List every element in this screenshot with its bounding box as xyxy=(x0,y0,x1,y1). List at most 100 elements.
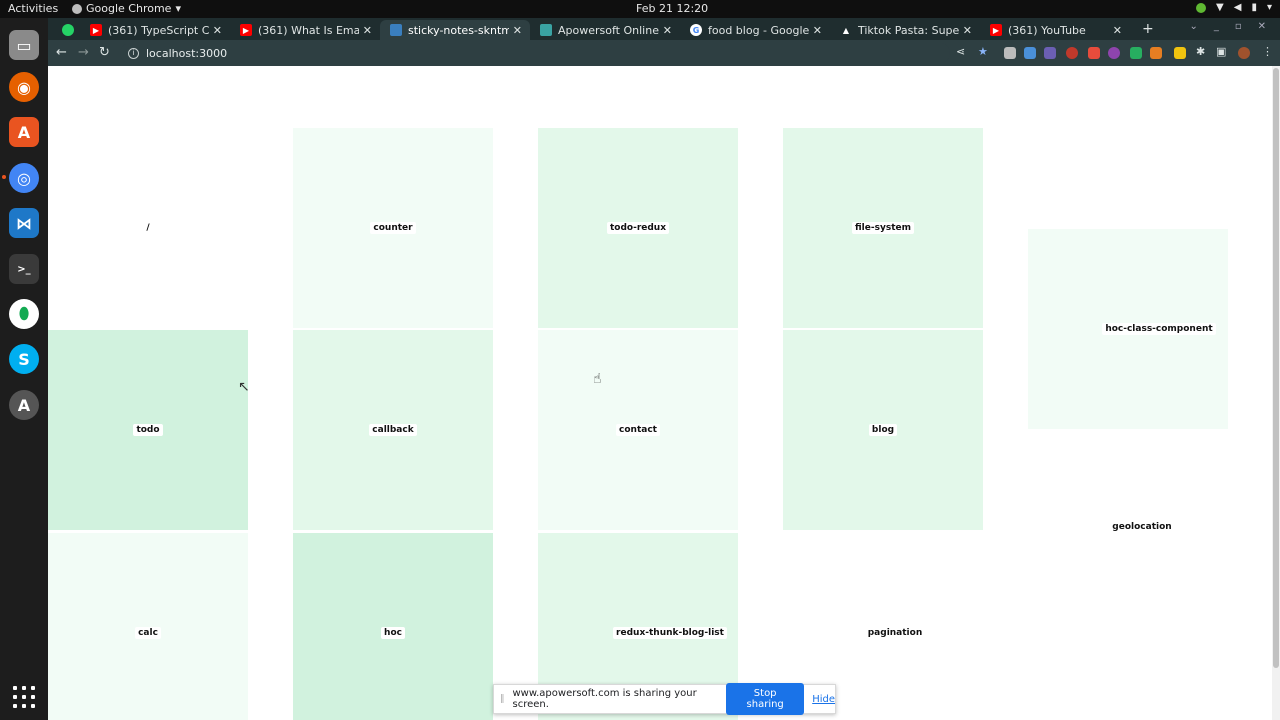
note-label: hoc xyxy=(381,627,405,639)
note-label: geolocation xyxy=(1109,521,1175,533)
sticky-note[interactable]: callback xyxy=(293,330,493,530)
kebab-menu-icon[interactable]: ⋮ xyxy=(1262,45,1273,58)
sticky-note[interactable]: geolocation xyxy=(1028,427,1228,627)
address-bar[interactable]: i localhost:3000 xyxy=(120,43,950,63)
clock[interactable]: Feb 21 12:20 xyxy=(636,2,708,15)
extension-icon[interactable] xyxy=(1174,47,1186,59)
files-icon[interactable]: ▭ xyxy=(9,30,39,60)
close-icon[interactable]: ✕ xyxy=(513,24,522,37)
tab-youtube[interactable]: ▶ (361) YouTube ✕ xyxy=(980,20,1130,40)
close-icon[interactable]: ✕ xyxy=(813,24,822,37)
side-panel-icon[interactable]: ▣ xyxy=(1216,45,1226,58)
software-center-icon[interactable]: A xyxy=(9,117,39,147)
tab-tiktok-pasta[interactable]: ▲ Tiktok Pasta: Super Eas ✕ xyxy=(830,20,980,40)
tab-apowersoft[interactable]: Apowersoft Online S ✕ xyxy=(530,20,680,40)
share-icon[interactable]: ⋖ xyxy=(956,45,965,58)
extension-icon[interactable] xyxy=(1088,47,1100,59)
close-icon[interactable]: ✕ xyxy=(663,24,672,37)
back-icon[interactable]: ← xyxy=(56,45,67,60)
terminal-icon[interactable]: >_ xyxy=(9,254,39,284)
avatar[interactable] xyxy=(1238,47,1250,59)
note-label: calc xyxy=(135,627,161,639)
sticky-note[interactable]: file-system xyxy=(783,128,983,328)
close-window-icon[interactable]: ✕ xyxy=(1258,21,1266,32)
window-controls: ⌄ _ ▫ ✕ xyxy=(1189,21,1266,32)
url-text: localhost:3000 xyxy=(146,46,228,60)
note-label: counter xyxy=(370,222,416,234)
battery-icon: ▮ xyxy=(1251,2,1257,13)
sticky-note[interactable]: / xyxy=(48,128,248,328)
system-tray[interactable]: ▼ ◀ ▮ ▾ xyxy=(1196,2,1272,13)
sticky-note[interactable]: counter xyxy=(293,128,493,328)
volume-icon: ◀ xyxy=(1233,2,1242,13)
tab-food-blog[interactable]: G food blog - Google Sea ✕ xyxy=(680,20,830,40)
sticky-note[interactable]: blog xyxy=(783,330,983,530)
apowersoft-icon xyxy=(540,24,552,36)
youtube-icon: ▶ xyxy=(240,24,252,36)
update-icon[interactable]: A xyxy=(9,390,39,420)
extension-icon[interactable] xyxy=(1024,47,1036,59)
status-indicator-icon xyxy=(1196,2,1207,13)
app-menu[interactable]: Google Chrome ▾ xyxy=(72,2,181,15)
maximize-icon[interactable]: ▫ xyxy=(1235,21,1242,32)
sticky-note[interactable]: calc xyxy=(48,533,248,720)
extension-icon[interactable] xyxy=(1108,47,1120,59)
hand-cursor-icon: ☝ xyxy=(593,371,602,387)
extension-icon[interactable] xyxy=(1066,47,1078,59)
reload-icon[interactable]: ↻ xyxy=(99,45,110,60)
vscode-icon[interactable]: ⋈ xyxy=(9,208,39,238)
chevron-down-icon: ▾ xyxy=(175,2,181,15)
puzzle-icon[interactable]: ✱ xyxy=(1196,45,1205,58)
forward-icon[interactable]: → xyxy=(78,45,89,60)
mouse-pointer-icon: ↖ xyxy=(238,379,250,395)
tab-sticky-notes[interactable]: sticky-notes-skntmax ✕ xyxy=(380,20,530,40)
whatsapp-icon xyxy=(62,24,74,36)
extension-icon[interactable] xyxy=(1130,47,1142,59)
sticky-note[interactable]: todo xyxy=(48,330,248,530)
sticky-note[interactable]: hoc xyxy=(293,533,493,720)
note-label: hoc-class-component xyxy=(1102,323,1216,335)
tab-whatsapp[interactable] xyxy=(52,20,82,40)
show-applications-icon[interactable] xyxy=(13,686,35,708)
tab-title: (361) TypeScript Course xyxy=(108,23,209,37)
tab-typescript-course[interactable]: ▶ (361) TypeScript Course ✕ xyxy=(80,20,230,40)
note-label: pagination xyxy=(864,627,926,639)
tab-search-icon[interactable]: ⌄ xyxy=(1189,21,1197,32)
note-label: blog xyxy=(868,424,898,436)
firefox-icon[interactable]: ◉ xyxy=(9,72,39,102)
react-icon xyxy=(390,24,402,36)
scrollbar-thumb[interactable] xyxy=(1273,68,1279,668)
extension-icon[interactable] xyxy=(1044,47,1056,59)
chrome-icon[interactable]: ◎ xyxy=(2,163,39,193)
dock: ▭ ◉ A ◎ ⋈ >_ ⬮ S A xyxy=(0,18,48,720)
wifi-icon: ▼ xyxy=(1216,2,1224,13)
drag-handle-icon[interactable]: ‖ xyxy=(500,694,505,704)
tab-email-online[interactable]: ▶ (361) What Is Email Onli ✕ xyxy=(230,20,380,40)
minimize-icon[interactable]: _ xyxy=(1214,21,1219,32)
new-tab-button[interactable]: + xyxy=(1142,21,1154,37)
google-icon: G xyxy=(690,24,702,36)
tab-title: (361) What Is Email Onli xyxy=(258,23,359,37)
tab-title: (361) YouTube xyxy=(1008,23,1086,37)
close-icon[interactable]: ✕ xyxy=(363,24,372,37)
close-icon[interactable]: ✕ xyxy=(213,24,222,37)
close-icon[interactable]: ✕ xyxy=(963,24,972,37)
close-icon[interactable]: ✕ xyxy=(1113,24,1122,37)
scrollbar[interactable] xyxy=(1272,66,1280,720)
sticky-note[interactable]: todo-redux xyxy=(538,128,738,328)
skype-icon[interactable]: S xyxy=(9,344,39,374)
sticky-note[interactable]: contact xyxy=(538,330,738,530)
system-top-bar: Activities Google Chrome ▾ Feb 21 12:20 … xyxy=(0,0,1280,18)
note-label: / xyxy=(143,222,153,234)
info-icon[interactable]: i xyxy=(128,47,139,59)
hide-link[interactable]: Hide xyxy=(812,694,835,705)
extension-icon[interactable] xyxy=(1150,47,1162,59)
tab-title: Tiktok Pasta: Super Eas xyxy=(858,23,959,37)
extension-icon[interactable] xyxy=(1004,47,1016,59)
stop-sharing-button[interactable]: Stop sharing xyxy=(726,683,805,715)
bookmark-star-icon[interactable]: ★ xyxy=(978,45,988,58)
youtube-icon: ▶ xyxy=(90,24,102,36)
activities-button[interactable]: Activities xyxy=(8,2,58,15)
mongodb-icon[interactable]: ⬮ xyxy=(9,299,39,329)
sticky-note[interactable]: hoc-class-component xyxy=(1028,229,1228,429)
